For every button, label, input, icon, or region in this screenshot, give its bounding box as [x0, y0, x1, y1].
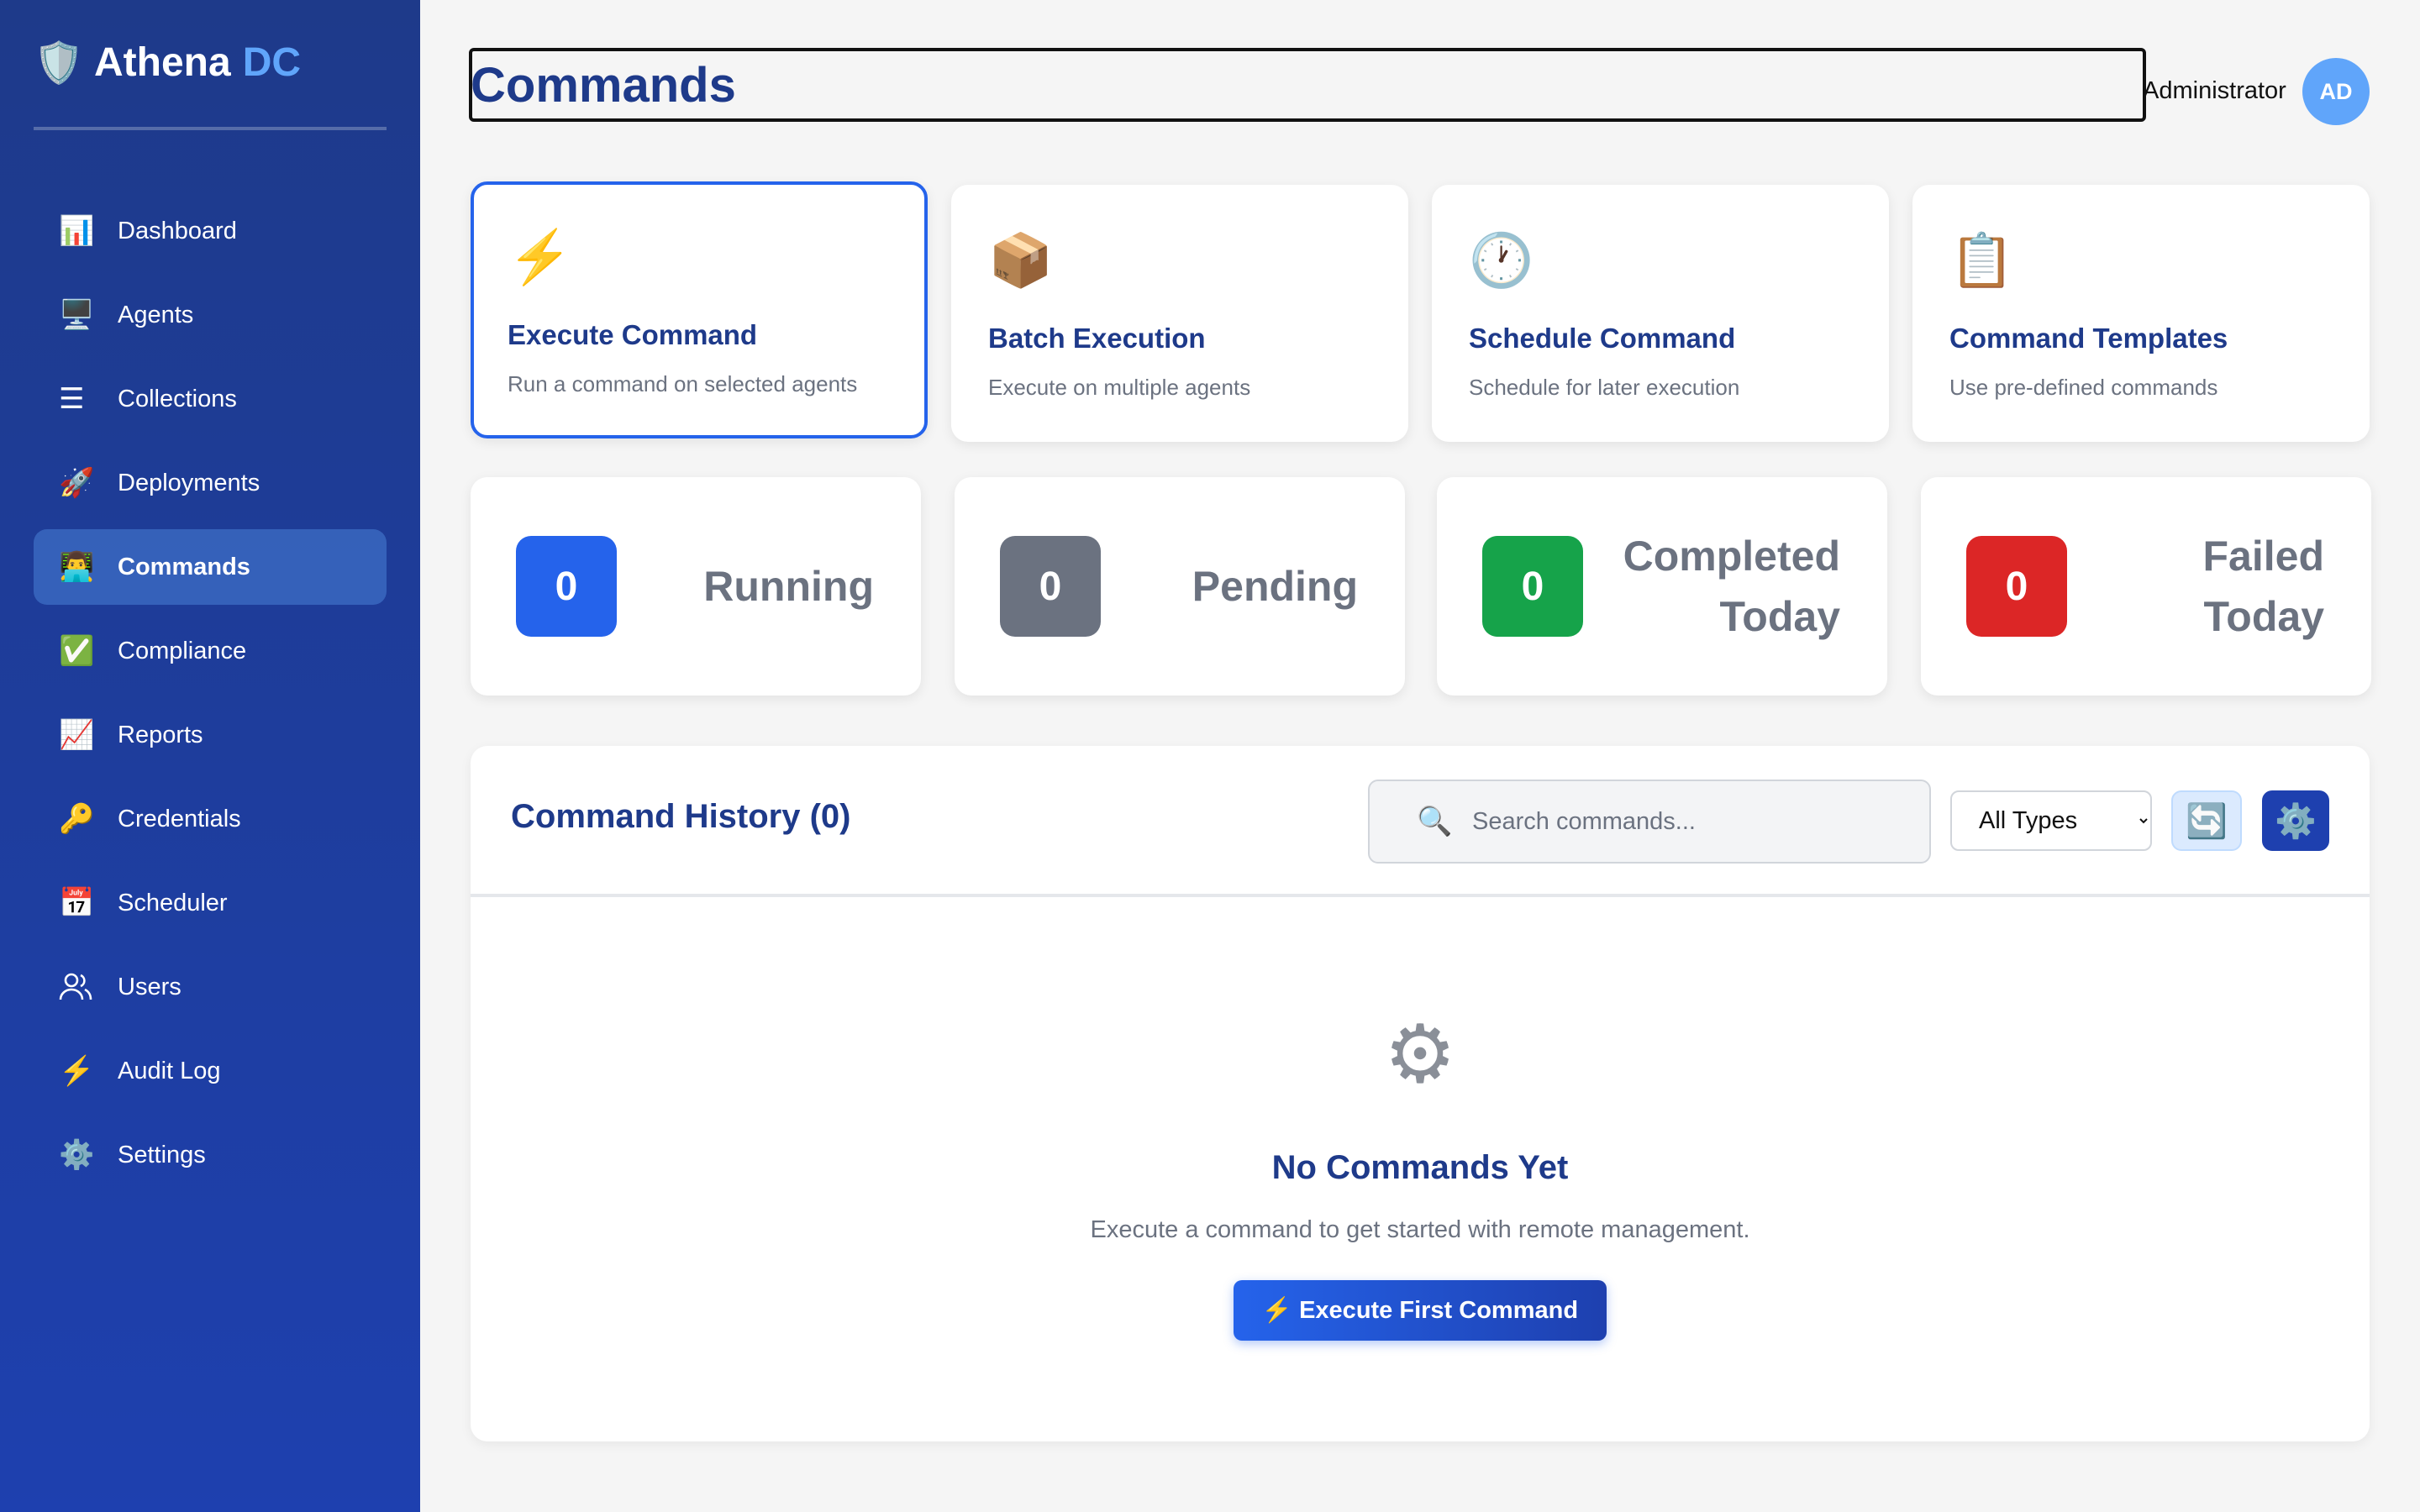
- empty-state-title: No Commands Yet: [1271, 1149, 1569, 1186]
- stat-label: Completed Today: [1623, 533, 1840, 640]
- sidebar-item-scheduler[interactable]: 📅 Scheduler: [34, 865, 387, 941]
- history-settings-button[interactable]: ⚙️: [2262, 790, 2329, 851]
- sidebar-item-label: Compliance: [118, 637, 247, 664]
- brand-accent: DC: [242, 39, 302, 85]
- stat-card-pending: 0 Pending: [955, 477, 1405, 696]
- stat-card-completed-today: 0 Completed Today: [1437, 477, 1887, 696]
- stat-value: 0: [1000, 536, 1101, 637]
- sidebar-item-label: Credentials: [118, 805, 241, 832]
- sidebar-item-label: Audit Log: [118, 1057, 221, 1084]
- clipboard-icon: 📋: [1949, 232, 2015, 290]
- avatar[interactable]: AD: [2302, 58, 2370, 125]
- page-title: Commands: [471, 57, 736, 113]
- line-chart-icon: 📈: [59, 719, 95, 751]
- stat-card-running: 0 Running: [471, 477, 921, 696]
- gear-icon: ⚙️: [2275, 802, 2317, 840]
- sidebar-item-label: Scheduler: [118, 889, 228, 916]
- action-card-description: Schedule for later execution: [1469, 375, 1740, 400]
- clock-icon: 🕐: [1469, 232, 1534, 290]
- refresh-button[interactable]: 🔄: [2171, 790, 2242, 851]
- brand-divider: [34, 127, 387, 130]
- sidebar-item-commands[interactable]: 👨‍💻 Commands: [34, 529, 387, 605]
- sidebar-item-label: Reports: [118, 721, 203, 748]
- search-box[interactable]: 🔍: [1368, 780, 1931, 864]
- list-icon: ☰: [59, 383, 85, 415]
- action-card-description: Run a command on selected agents: [508, 371, 858, 396]
- action-card-title: Execute Command: [508, 319, 758, 350]
- sidebar-item-reports[interactable]: 📈 Reports: [34, 697, 387, 773]
- user-name: Administrator: [2143, 77, 2286, 104]
- action-card-description: Use pre-defined commands: [1949, 375, 2218, 400]
- rocket-icon: 🚀: [59, 467, 95, 499]
- sidebar-item-deployments[interactable]: 🚀 Deployments: [34, 445, 387, 521]
- brand-name: Athena: [94, 39, 231, 85]
- sidebar-item-label: Deployments: [118, 469, 260, 496]
- sidebar-item-label: Settings: [118, 1141, 206, 1168]
- execute-command-card[interactable]: ⚡ Execute Command Run a command on selec…: [471, 181, 928, 438]
- stat-value: 0: [516, 536, 617, 637]
- action-card-description: Execute on multiple agents: [988, 375, 1251, 400]
- key-icon: 🔑: [59, 803, 95, 835]
- empty-state-gear-icon: ⚙: [1383, 1010, 1457, 1100]
- command-history-panel: Command History (0) 🔍 All Types 🔄 ⚙️ ⚙ N…: [471, 746, 2370, 1441]
- calendar-icon: 📅: [59, 887, 95, 919]
- sidebar-item-users[interactable]: Users: [34, 949, 387, 1025]
- search-input[interactable]: [1472, 807, 1909, 836]
- stat-label: Running: [703, 563, 874, 610]
- action-card-title: Schedule Command: [1469, 323, 1736, 354]
- technologist-icon: 👨‍💻: [59, 551, 95, 583]
- sidebar-nav: 📊 Dashboard 🖥️ Agents ☰ Collections 🚀 De…: [34, 193, 387, 1201]
- sidebar-item-audit-log[interactable]: ⚡ Audit Log: [34, 1033, 387, 1109]
- check-icon: ✅: [59, 635, 95, 667]
- lightning-icon: ⚡: [59, 1055, 95, 1087]
- action-card-title: Batch Execution: [988, 323, 1206, 354]
- desktop-icon: 🖥️: [59, 299, 95, 331]
- sidebar-item-compliance[interactable]: ✅ Compliance: [34, 613, 387, 689]
- sidebar-item-label: Collections: [118, 385, 237, 412]
- type-filter-select[interactable]: All Types: [1950, 790, 2152, 851]
- sidebar-item-credentials[interactable]: 🔑 Credentials: [34, 781, 387, 857]
- stat-value: 0: [1966, 536, 2067, 637]
- shield-icon: 🛡️: [34, 40, 84, 86]
- search-icon: 🔍: [1417, 806, 1453, 837]
- stat-value: 0: [1482, 536, 1583, 637]
- sidebar-item-label: Agents: [118, 301, 194, 328]
- stat-card-failed-today: 0 Failed Today: [1921, 477, 2371, 696]
- schedule-command-card[interactable]: 🕐 Schedule Command Schedule for later ex…: [1432, 185, 1889, 442]
- batch-execution-card[interactable]: 📦 Batch Execution Execute on multiple ag…: [951, 185, 1408, 442]
- sidebar-item-collections[interactable]: ☰ Collections: [34, 361, 387, 437]
- sidebar-item-label: Users: [118, 973, 182, 1000]
- command-history-header: Command History (0) 🔍 All Types 🔄 ⚙️: [471, 746, 2370, 897]
- execute-first-command-button[interactable]: ⚡ Execute First Command: [1234, 1280, 1607, 1341]
- refresh-icon: 🔄: [2186, 802, 2228, 840]
- sidebar-item-label: Dashboard: [118, 217, 237, 244]
- empty-state-description: Execute a command to get started with re…: [1090, 1216, 1750, 1243]
- sidebar: 🛡️ Athena DC 📊 Dashboard 🖥️ Agents ☰ Col…: [0, 0, 420, 1512]
- stat-label: Pending: [1192, 563, 1358, 610]
- sidebar-item-dashboard[interactable]: 📊 Dashboard: [34, 193, 387, 269]
- action-card-title: Command Templates: [1949, 323, 2228, 354]
- page-title-container: Commands: [469, 48, 2146, 122]
- gear-icon: ⚙️: [59, 1139, 95, 1171]
- sidebar-item-settings[interactable]: ⚙️ Settings: [34, 1117, 387, 1193]
- sidebar-item-agents[interactable]: 🖥️ Agents: [34, 277, 387, 353]
- stat-label: Failed Today: [2202, 533, 2324, 640]
- brand-logo[interactable]: 🛡️ Athena DC: [34, 32, 301, 92]
- users-icon: [59, 972, 109, 1002]
- command-templates-card[interactable]: 📋 Command Templates Use pre-defined comm…: [1912, 185, 2370, 442]
- command-history-title: Command History (0): [511, 798, 851, 835]
- package-icon: 📦: [988, 232, 1054, 290]
- sidebar-item-label: Commands: [118, 553, 250, 580]
- lightning-icon: ⚡: [508, 228, 573, 286]
- bar-chart-icon: 📊: [59, 215, 95, 247]
